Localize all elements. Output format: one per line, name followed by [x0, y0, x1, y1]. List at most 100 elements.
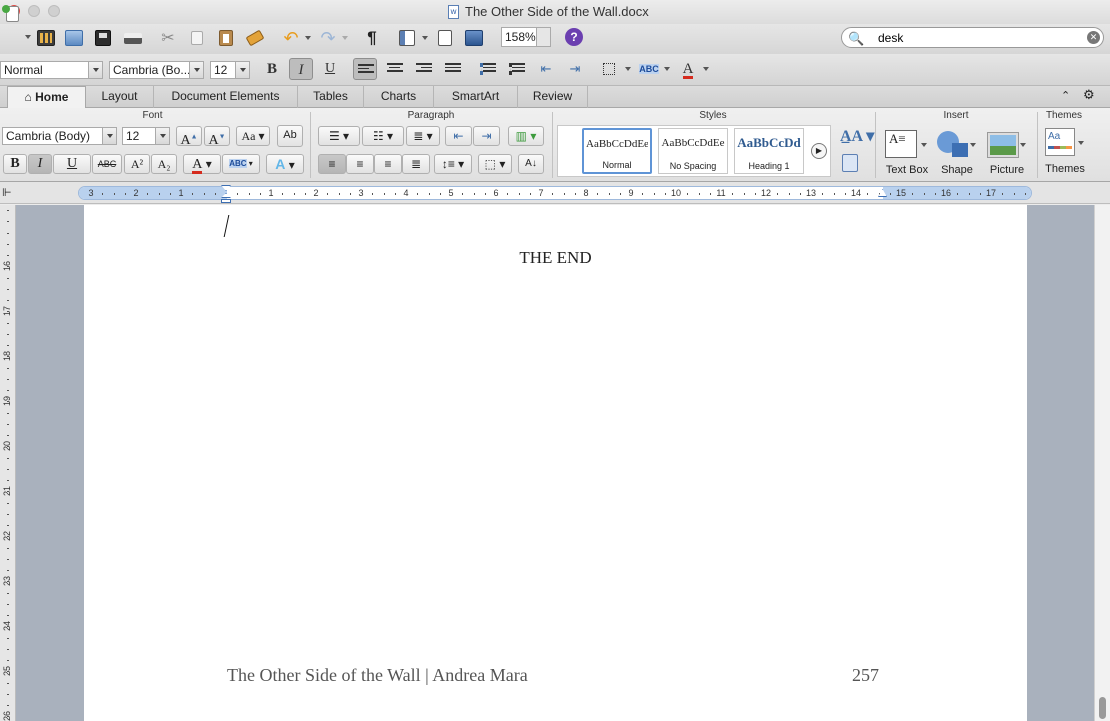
picture-label[interactable]: Picture: [984, 164, 1030, 176]
zoom-window-button[interactable]: [48, 5, 60, 17]
show-formatting-button[interactable]: ¶: [360, 27, 384, 49]
text-effects-button[interactable]: A ▾: [266, 154, 304, 174]
underline-button[interactable]: U: [318, 58, 342, 80]
ribbon-font-select[interactable]: Cambria (Body): [2, 127, 117, 145]
sort-button[interactable]: A↓: [518, 154, 544, 174]
scrollbar-thumb[interactable]: [1099, 697, 1106, 719]
tab-charts[interactable]: Charts: [364, 86, 434, 108]
borders-dropdown[interactable]: [625, 67, 631, 71]
minimize-window-button[interactable]: [28, 5, 40, 17]
ribbon-numbering-button[interactable]: ☷ ▾: [362, 126, 404, 146]
tab-tables[interactable]: Tables: [298, 86, 364, 108]
strikethrough-button[interactable]: ABC: [92, 154, 122, 174]
increase-indent-button[interactable]: ⇥: [563, 58, 587, 80]
italic-button[interactable]: I: [289, 58, 313, 80]
styles-pane-icon[interactable]: A̲A ▾: [840, 126, 874, 146]
tab-home[interactable]: ⌂ Home: [7, 86, 86, 109]
ribbon-align-left-button[interactable]: ≡: [318, 154, 346, 174]
copy-button[interactable]: [185, 27, 209, 49]
ribbon-font-arrow[interactable]: [102, 128, 116, 144]
sidebar-dropdown[interactable]: [422, 36, 428, 40]
indent-marker-icon[interactable]: [221, 185, 231, 205]
ribbon-align-center-button[interactable]: ≡: [346, 154, 374, 174]
redo-dropdown[interactable]: [342, 36, 348, 40]
ribbon-bullets-button[interactable]: ☰ ▾: [318, 126, 360, 146]
new-document-dropdown[interactable]: [25, 35, 31, 39]
tab-smartart[interactable]: SmartArt: [434, 86, 518, 108]
clear-search-icon[interactable]: ✕: [1087, 31, 1100, 44]
bold-button[interactable]: B: [260, 58, 284, 80]
document-page[interactable]: THE END The Other Side of the Wall | And…: [84, 205, 1027, 721]
print-button[interactable]: [121, 27, 145, 49]
font-select[interactable]: Cambria (Bo...: [109, 61, 204, 79]
borders-button[interactable]: [598, 58, 622, 80]
zoom-field[interactable]: 158%: [501, 27, 551, 47]
search-icon[interactable]: 🔍: [848, 31, 864, 47]
columns-button[interactable]: ▥ ▾: [508, 126, 544, 146]
ribbon-highlight-button[interactable]: ABC ▾: [222, 154, 260, 174]
highlight-button[interactable]: ABC: [637, 58, 661, 80]
footer-page-number[interactable]: 257: [852, 665, 879, 686]
shading-button[interactable]: ⬚ ▾: [478, 154, 512, 174]
vertical-ruler[interactable]: [0, 205, 16, 721]
line-spacing-button[interactable]: ↕≡ ▾: [434, 154, 472, 174]
sidebar-button[interactable]: [395, 27, 419, 49]
ribbon-size-select[interactable]: 12: [122, 127, 170, 145]
footer-title[interactable]: The Other Side of the Wall | Andrea Mara: [227, 665, 528, 686]
ribbon-underline-button[interactable]: U: [53, 154, 91, 174]
tab-layout[interactable]: Layout: [86, 86, 154, 108]
themes-dropdown[interactable]: [1078, 141, 1084, 145]
ribbon-font-color-button[interactable]: A ▾: [183, 154, 221, 174]
body-text[interactable]: THE END: [84, 248, 1027, 268]
text-box-dropdown[interactable]: [921, 143, 927, 147]
grow-font-button[interactable]: A▲: [176, 126, 202, 148]
font-size-arrow[interactable]: [235, 62, 249, 78]
redo-button[interactable]: ↷: [316, 27, 340, 49]
ribbon-justify-button[interactable]: ≣: [402, 154, 430, 174]
undo-dropdown[interactable]: [305, 36, 311, 40]
align-center-button[interactable]: [383, 58, 407, 80]
multilevel-list-button[interactable]: ≣ ▾: [406, 126, 440, 146]
tab-review[interactable]: Review: [518, 86, 588, 108]
decrease-indent-button[interactable]: ⇤: [534, 58, 558, 80]
undo-button[interactable]: ↶: [279, 27, 303, 49]
cut-button[interactable]: ✂: [156, 27, 180, 49]
font-select-arrow[interactable]: [189, 62, 203, 78]
collapse-ribbon-icon[interactable]: ⌃: [1061, 89, 1070, 102]
format-painter-button[interactable]: [243, 27, 267, 49]
shrink-font-button[interactable]: A▼: [204, 126, 230, 148]
new-document-button[interactable]: [0, 3, 24, 25]
text-box-icon[interactable]: A≡: [885, 130, 917, 158]
style-select[interactable]: Normal: [0, 61, 103, 79]
media-browser-button[interactable]: [462, 27, 486, 49]
ribbon-align-right-button[interactable]: ≡: [374, 154, 402, 174]
manage-styles-icon[interactable]: [842, 154, 858, 172]
font-color-dropdown[interactable]: [703, 67, 709, 71]
font-size-select[interactable]: 12: [210, 61, 250, 79]
style-heading-1[interactable]: AaBbCcDd Heading 1: [734, 128, 804, 174]
ribbon-increase-indent-button[interactable]: ⇥: [473, 126, 500, 146]
change-case-button[interactable]: Aa ▾: [236, 126, 270, 146]
ribbon-italic-button[interactable]: I: [28, 154, 52, 174]
bullet-list-button[interactable]: [505, 58, 529, 80]
styles-next-icon[interactable]: ▶: [811, 143, 827, 159]
themes-label[interactable]: Themes: [1040, 163, 1090, 175]
align-left-button[interactable]: [353, 58, 377, 80]
superscript-button[interactable]: A²: [124, 154, 150, 174]
themes-icon[interactable]: Aa: [1045, 128, 1075, 156]
picture-icon[interactable]: [988, 133, 1018, 157]
style-no-spacing[interactable]: AaBbCcDdEe No Spacing: [658, 128, 728, 174]
gallery-button[interactable]: [34, 27, 58, 49]
font-color-button[interactable]: A: [676, 58, 700, 80]
toolbox-button[interactable]: [433, 27, 457, 49]
clear-formatting-button[interactable]: Ab: [277, 125, 303, 147]
ribbon-decrease-indent-button[interactable]: ⇤: [445, 126, 472, 146]
paste-button[interactable]: [214, 27, 238, 49]
ribbon-bold-button[interactable]: B: [3, 154, 27, 174]
ribbon-settings-gear-icon[interactable]: ⚙: [1083, 87, 1095, 103]
zoom-dropdown[interactable]: [536, 28, 550, 46]
align-right-button[interactable]: [412, 58, 436, 80]
text-box-label[interactable]: Text Box: [880, 164, 934, 176]
search-input[interactable]: [878, 30, 1078, 46]
open-button[interactable]: [62, 27, 86, 49]
